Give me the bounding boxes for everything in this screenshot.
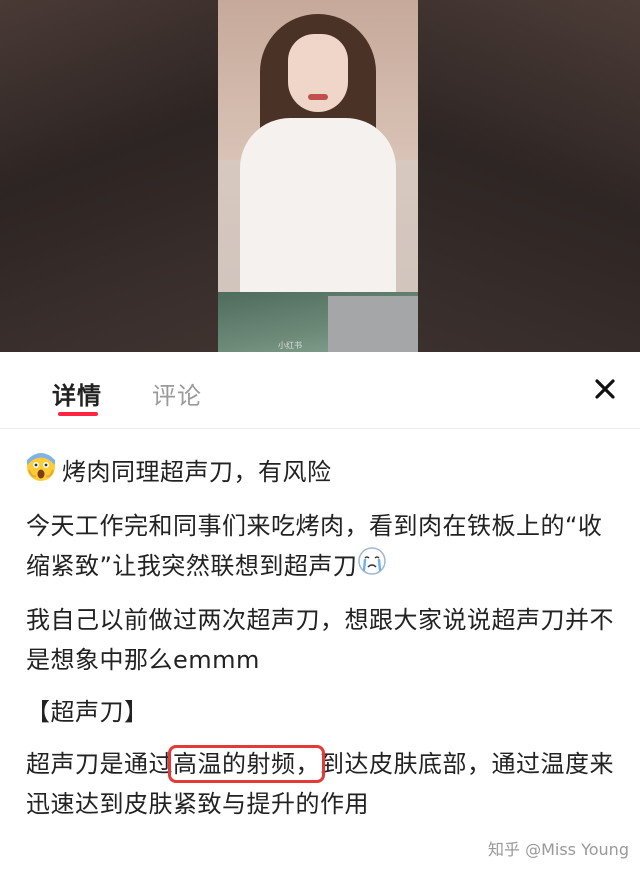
title-text: 烤肉同理超声刀，有风险 <box>62 458 332 486</box>
person-face <box>288 34 348 112</box>
post-title: 烤肉同理超声刀，有风险 <box>26 452 626 494</box>
paragraph-3: 超声刀是通过高温的射频，到达皮肤底部，通过温度来迅速达到皮肤紧致与提升的作用 <box>26 744 626 824</box>
grill-plate <box>328 296 418 352</box>
post-content: 烤肉同理超声刀，有风险 今天工作完和同事们来吃烤肉，看到肉在铁板上的“收缩紧致”… <box>26 452 626 836</box>
highlighted-phrase: 高温的射频， <box>168 745 325 783</box>
paragraph-1-text: 今天工作完和同事们来吃烤肉，看到肉在铁板上的“收缩紧致”让我突然联想到超声刀 <box>26 512 603 580</box>
source-watermark-text: 知乎 @Miss Young <box>488 840 629 859</box>
close-icon <box>595 379 615 399</box>
tab-detail[interactable]: 详情 <box>52 376 102 411</box>
section-heading: 【超声刀】 <box>26 698 149 726</box>
scream-emoji-icon <box>26 452 56 494</box>
tab-comments[interactable]: 评论 <box>152 376 202 411</box>
active-tab-indicator <box>58 412 98 416</box>
video-area[interactable]: 小红书 <box>0 0 640 352</box>
blurred-background-left <box>0 0 218 352</box>
person-shirt <box>240 118 396 308</box>
paragraph-3-start: 超声刀是通过 <box>26 750 173 778</box>
person-lips <box>308 94 328 100</box>
paragraph-1: 今天工作完和同事们来吃烤肉，看到肉在铁板上的“收缩紧致”让我突然联想到超声刀 <box>26 506 626 588</box>
tab-bar: 详情 评论 <box>0 352 640 429</box>
blurred-background-right <box>418 0 640 352</box>
video-watermark: 小红书 <box>278 341 302 350</box>
crying-emoji-icon <box>357 546 387 588</box>
paragraph-2: 我自己以前做过两次超声刀，想跟大家说说超声刀并不是想象中那么emmm <box>26 606 614 674</box>
source-watermark: 知乎 @Miss Young <box>488 836 629 860</box>
close-button[interactable] <box>588 372 622 406</box>
video-frame: 小红书 <box>218 0 418 352</box>
